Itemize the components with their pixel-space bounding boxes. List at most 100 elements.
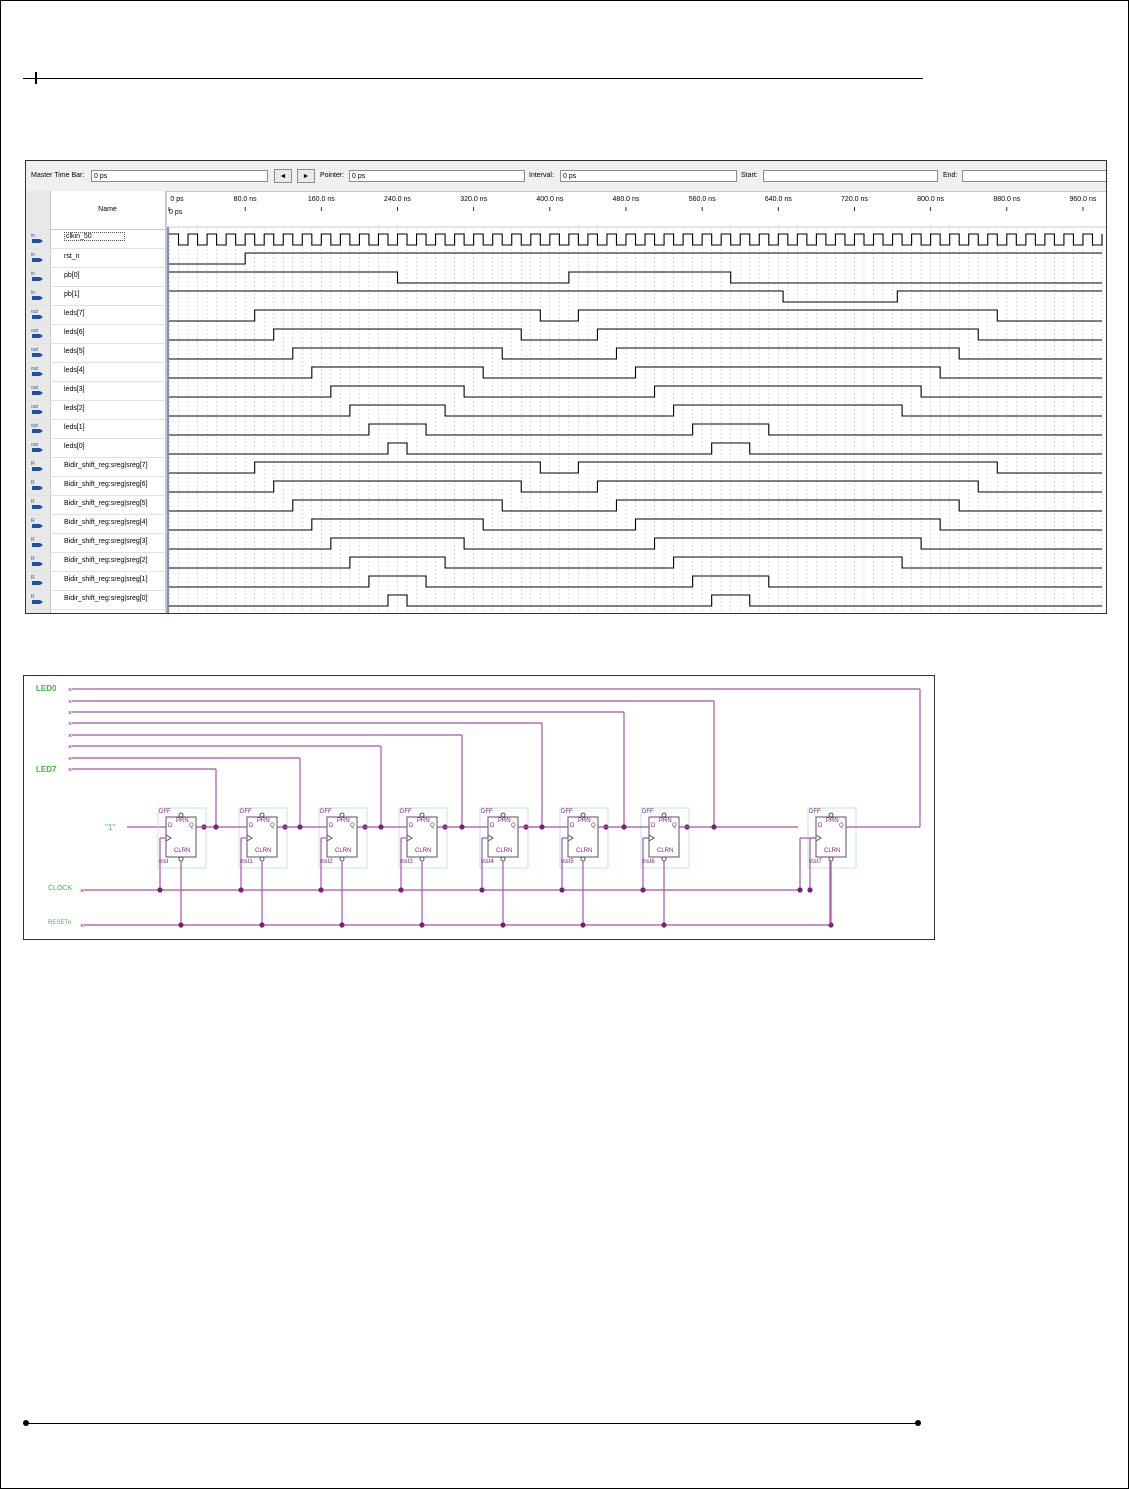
flipflop-prn-label: PRN [659,818,672,824]
signal-row[interactable]: R Bidir_shift_reg:sreg|sreg[3] [26,533,166,553]
svg-text:out: out [31,366,39,372]
signal-name: leds[2] [64,405,85,412]
signal-row[interactable]: in clkin_50 [26,229,166,249]
flipflop-type-label: DFF [561,809,573,815]
signal-row[interactable]: R Bidir_shift_reg:sreg|sreg[7] [26,457,166,477]
signal-row[interactable]: R Bidir_shift_reg:sreg|sreg[1] [26,571,166,591]
signal-waveform [169,290,1102,303]
signal-name: clkin_50 [64,232,125,241]
led-pin-marker: × [68,721,72,728]
preset-bubble [178,812,184,818]
signal-row[interactable]: out leds[1] [26,419,166,439]
led-pin-marker: × [68,744,72,751]
signal-row[interactable]: R Bidir_shift_reg:sreg|sreg[4] [26,514,166,534]
flipflop-d-label: D [570,823,575,829]
next-transition-button[interactable]: ► [297,169,315,183]
wire-junction [661,922,667,928]
signal-row[interactable]: out leds[7] [26,305,166,325]
end-input[interactable] [962,170,1106,182]
flipflop-type-label: DFF [320,809,332,815]
start-label: Start: [741,172,758,179]
master-time-bar-input[interactable]: 0 ps [91,170,268,182]
signal-row[interactable]: out leds[3] [26,381,166,401]
constant-one-label: "1" [105,823,116,832]
flipflop-instance-label: inst [159,859,169,865]
flipflop-type-label: DFF [400,809,412,815]
shift-register-schematic: × × × × × × × × × × LED0 LED7 "1" CLOCK RESETn DF… [23,675,935,940]
wire-junction [621,824,627,830]
signal-row[interactable]: out leds[5] [26,343,166,363]
signal-name: Bidir_shift_reg:sreg|sreg[2] [64,557,148,564]
output-pin-icon: out [31,328,43,338]
flipflop-instance-label: inst3 [400,859,413,865]
wire-junction [238,887,244,893]
svg-text:R: R [31,518,35,524]
signal-row[interactable]: R Bidir_shift_reg:sreg|sreg[6] [26,476,166,496]
signal-row[interactable]: out leds[2] [26,400,166,420]
waveform-area[interactable]: 0 ps 80.0 ns 160.0 ns 240.0 ns 320.0 ns 400.0… [167,191,1106,613]
wire-junction [500,922,506,928]
signal-row[interactable]: out leds[6] [26,324,166,344]
flipflop-clrn-label: CLRN [255,848,272,854]
clear-bubble [661,856,667,862]
bottom-rule-left-dot [23,1420,29,1426]
signal-row[interactable]: out leds[4] [26,362,166,382]
flipflop-instance-label: inst6 [642,859,655,865]
flipflop-clrn-label: CLRN [335,848,352,854]
signal-row[interactable]: in pb[1] [26,286,166,306]
flipflop-d-label: D [651,823,656,829]
interval-input[interactable]: 0 ps [560,170,737,182]
signal-row[interactable]: R Bidir_shift_reg:sreg|sreg[0] [26,590,166,610]
signal-row[interactable]: R Bidir_shift_reg:sreg|sreg[2] [26,552,166,572]
svg-text:in: in [31,252,35,258]
flipflop-d-label: D [168,823,173,829]
output-pin-icon: out [31,423,43,433]
signal-row[interactable]: R Bidir_shift_reg:sreg|sreg[5] [26,495,166,515]
signal-row[interactable]: in pb[0] [26,267,166,287]
signal-waveform [169,461,1102,474]
flipflop-type-label: DFF [481,809,493,815]
flipflop-prn-label: PRN [578,818,591,824]
prev-transition-button[interactable]: ◄ [274,169,292,183]
name-column-header[interactable]: Name [50,191,165,230]
flipflop-prn-label: PRN [498,818,511,824]
wire-junction [259,922,265,928]
pointer-input[interactable]: 0 ps [349,170,525,182]
wire-junction [157,887,163,893]
flipflop-clrn-label: CLRN [657,848,674,854]
pointer-label: Pointer: [320,172,345,179]
signal-row[interactable]: out leds[0] [26,438,166,458]
start-input[interactable] [763,170,938,182]
bottom-rule [26,1423,918,1424]
clear-bubble [178,856,184,862]
signal-name: Bidir_shift_reg:sreg|sreg[4] [64,519,148,526]
signal-row[interactable]: in rst_n [26,248,166,268]
clock-label: CLOCK [48,885,73,892]
svg-text:R: R [31,575,35,581]
signal-name: Bidir_shift_reg:sreg|sreg[3] [64,538,148,545]
input-pin-icon: in [31,233,43,243]
flipflop-prn-label: PRN [826,818,839,824]
clear-bubble [828,856,834,862]
wire-junction [318,887,324,893]
signal-name: Bidir_shift_reg:sreg|sreg[5] [64,500,148,507]
flipflop-prn-label: PRN [417,818,430,824]
register-icon: R [31,575,43,585]
flipflop-instance-label: inst2 [320,859,333,865]
signal-name: pb[1] [64,291,80,298]
schematic-canvas: × × × × × × × × × × [68,687,921,930]
waveform-canvas [167,207,1106,613]
clear-bubble [500,856,506,862]
register-icon: R [31,518,43,528]
input-pin-icon: in [31,271,43,281]
interval-label: Interval: [529,172,554,179]
output-pin-icon: out [31,385,43,395]
wire-junction [580,922,586,928]
preset-bubble [419,812,425,818]
svg-text:out: out [31,385,39,391]
svg-text:out: out [31,347,39,353]
reset-pin-marker: × [80,923,84,930]
flipflop-d-label: D [490,823,495,829]
flipflop-q-label: Q [511,823,516,829]
flipflop-d-label: D [329,823,334,829]
